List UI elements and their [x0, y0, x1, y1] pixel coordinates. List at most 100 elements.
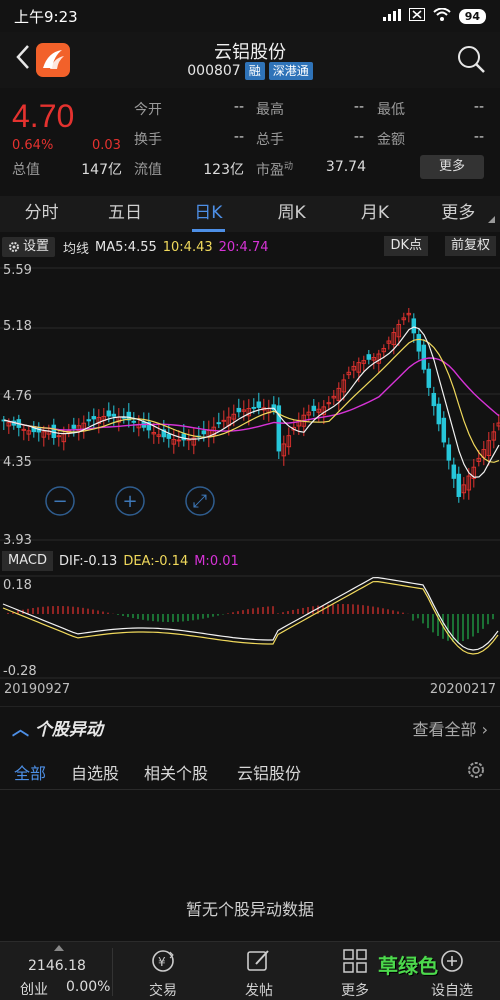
float-label: 流值: [134, 162, 162, 178]
top-bar: 云铝股份 000807 融 深港通: [0, 32, 500, 88]
post-label: 发帖: [245, 983, 273, 999]
candle-body: [366, 354, 372, 360]
expand-triangle-icon[interactable]: [54, 945, 64, 951]
more-label: 更多: [341, 983, 369, 999]
divider: [112, 948, 113, 996]
search-icon[interactable]: [456, 44, 486, 74]
stock-alerts-header: ︿ 个股异动 查看全部 ›: [0, 706, 500, 746]
candle-body: [201, 430, 207, 435]
stock-code: 000807: [187, 63, 241, 79]
view-all-link[interactable]: 查看全部 ›: [412, 716, 488, 740]
low-label: 最低: [377, 102, 405, 118]
add-watchlist-label: 设自选: [431, 983, 473, 999]
high-label: 最高: [256, 102, 284, 118]
last-price: 4.70: [12, 98, 75, 134]
settings-label: 设置: [23, 239, 50, 254]
candle-body: [86, 419, 92, 422]
period-tabs: 分时 五日 日K 周K 月K 更多: [0, 196, 500, 232]
candle-body: [51, 424, 57, 438]
price-axis-label: 4.35: [3, 455, 32, 470]
alert-tab-stock[interactable]: 云铝股份: [237, 760, 301, 784]
candle-body: [441, 417, 447, 443]
candle-body: [416, 334, 422, 352]
pe-value: 37.74: [325, 159, 366, 175]
ma-indicator-bar: 设置 均线 MA5:4.55 10:4.43 20:4.74 DK点 前复权: [0, 236, 500, 258]
stock-name: 云铝股份: [214, 42, 286, 63]
candle-body: [426, 368, 432, 388]
index-value[interactable]: 2146.18: [28, 958, 86, 974]
candle-body: [421, 344, 427, 370]
trade-icon: ¥: [152, 950, 174, 972]
low-value: --: [473, 99, 484, 115]
m-value: M:0.01: [194, 553, 239, 569]
zoom-glyph: ⤢: [193, 491, 208, 512]
alert-tabs: 全部 自选股 相关个股 云铝股份: [0, 752, 500, 790]
kline-chart[interactable]: 5.59 5.18 4.76 4.35 3.93 − + ⤢: [0, 258, 500, 546]
index-name: 创业: [20, 982, 48, 998]
index-change: 0.00%: [66, 979, 111, 995]
signal-icon: [382, 8, 401, 24]
date-axis: 20190927 20200217: [0, 682, 500, 702]
dif-value: DIF:-0.13: [58, 553, 118, 569]
tab-monthly-k[interactable]: 月K: [333, 196, 416, 232]
chevron-up-icon: ︿: [12, 720, 29, 740]
stock-code-line: 000807 融 深港通: [0, 62, 500, 80]
candle-body: [411, 318, 417, 334]
turnover-label: 换手: [134, 132, 162, 148]
candle-body: [91, 416, 97, 420]
dk-point-button[interactable]: DK点: [384, 236, 428, 256]
candle-body: [106, 410, 112, 417]
tab-intraday[interactable]: 分时: [0, 196, 83, 232]
candle-body: [111, 413, 117, 417]
settings-button[interactable]: 设置: [2, 237, 56, 257]
macd-indicator-bar: MACD DIF:-0.13 DEA:-0.14 M:0.01: [0, 550, 500, 572]
tab-daily-k[interactable]: 日K: [167, 196, 250, 232]
zoom-glyph: −: [52, 491, 67, 512]
candle-body: [216, 422, 222, 425]
tab-more[interactable]: 更多: [417, 196, 500, 232]
float-value: 123亿: [203, 162, 244, 178]
add-circle-icon: [441, 950, 463, 972]
gear-icon[interactable]: [466, 760, 486, 780]
change-amount: 0.03: [92, 138, 121, 153]
amount-value: --: [473, 129, 484, 145]
candle-body: [311, 405, 317, 411]
candle-body: [166, 433, 172, 439]
edit-icon: [247, 950, 269, 971]
candle-body: [431, 392, 437, 407]
volume-label: 总手: [256, 132, 284, 148]
alert-tab-all[interactable]: 全部: [14, 760, 46, 784]
more-quote-button[interactable]: 更多: [420, 155, 484, 179]
tab-five-day[interactable]: 五日: [83, 196, 166, 232]
ma10-value: 10:4.43: [162, 239, 213, 255]
candle-body: [446, 444, 452, 461]
chevron-right-icon: ›: [481, 720, 488, 739]
price-axis-label: 4.76: [3, 389, 32, 404]
trade-label: 交易: [149, 983, 177, 999]
dea-line: [2, 580, 499, 655]
price-axis-label: 5.59: [3, 263, 32, 278]
candle-body: [71, 424, 77, 429]
open-value: --: [233, 99, 244, 115]
volume-value: --: [353, 129, 364, 145]
tab-weekly-k[interactable]: 周K: [250, 196, 333, 232]
macd-tag[interactable]: MACD: [2, 551, 53, 571]
status-icons: 94: [382, 7, 486, 24]
battery-icon: 94: [458, 8, 486, 24]
mcap-value: 147亿: [81, 162, 122, 178]
alerts-title[interactable]: ︿ 个股异动: [12, 715, 103, 740]
alert-tab-watchlist[interactable]: 自选股: [71, 760, 119, 784]
pe-sup: 动: [284, 162, 294, 172]
wifi-icon: [433, 7, 451, 24]
dea-value: DEA:-0.14: [123, 553, 189, 569]
alert-tab-related[interactable]: 相关个股: [144, 760, 208, 784]
macd-axis-label: -0.28: [3, 664, 37, 679]
change-percent: 0.64%: [12, 138, 54, 153]
macd-chart[interactable]: 0.18 -0.28: [0, 574, 500, 680]
adjust-button[interactable]: 前复权: [444, 236, 496, 256]
candle-body: [236, 407, 242, 413]
margin-tag: 融: [244, 62, 265, 80]
candle-body: [256, 401, 262, 408]
zoom-glyph: +: [122, 491, 137, 512]
gear-small-icon: [9, 242, 19, 252]
